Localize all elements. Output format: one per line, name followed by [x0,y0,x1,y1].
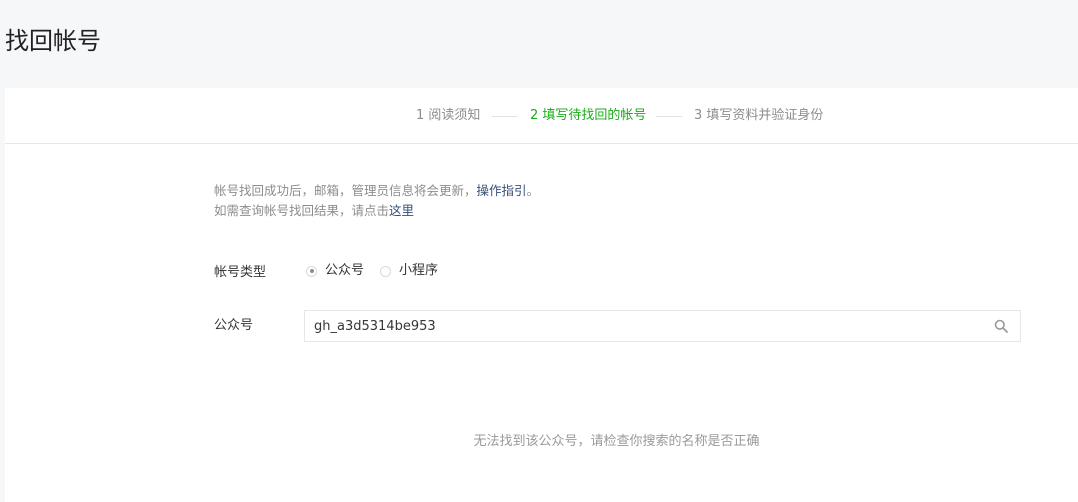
radio-label: 小程序 [399,263,439,278]
tip-line-1: 帐号找回成功后，邮箱，管理员信息将会更新，操作指引。 [214,181,539,201]
main-panel: 1 阅读须知 2 填写待找回的帐号 3 填写资料并验证身份 帐号找回成功后，邮箱… [5,88,1078,502]
account-type-label: 帐号类型 [214,265,267,280]
radio-unchecked-icon [380,265,391,277]
tip-line-2: 如需查询帐号找回结果，请点击这里 [214,201,414,221]
step-divider [656,116,682,117]
query-result-link[interactable]: 这里 [389,203,414,218]
step-1: 1 阅读须知 [416,108,481,123]
radio-mini-program[interactable]: 小程序 [380,261,438,281]
step-indicator: 1 阅读须知 2 填写待找回的帐号 3 填写资料并验证身份 [5,88,1078,144]
radio-checked-icon [306,265,317,277]
tip-text: 帐号找回成功后，邮箱，管理员信息将会更新， [214,183,477,198]
guide-link[interactable]: 操作指引 [477,183,527,198]
tip-end: 。 [526,183,540,198]
step-divider [492,116,518,117]
account-search-input[interactable] [305,311,985,341]
tip-text: 如需查询帐号找回结果，请点击 [214,203,390,218]
radio-official-account[interactable]: 公众号 [306,261,364,281]
page-title: 找回帐号 [5,27,101,55]
account-label: 公众号 [214,318,254,333]
step-2-active: 2 填写待找回的帐号 [530,108,647,123]
step-3: 3 填写资料并验证身份 [694,108,824,123]
search-icon[interactable] [994,319,1008,333]
radio-label: 公众号 [325,263,365,278]
account-search-box [304,310,1021,342]
no-result-message: 无法找到该公众号，请检查你搜索的名称是否正确 [473,434,760,449]
